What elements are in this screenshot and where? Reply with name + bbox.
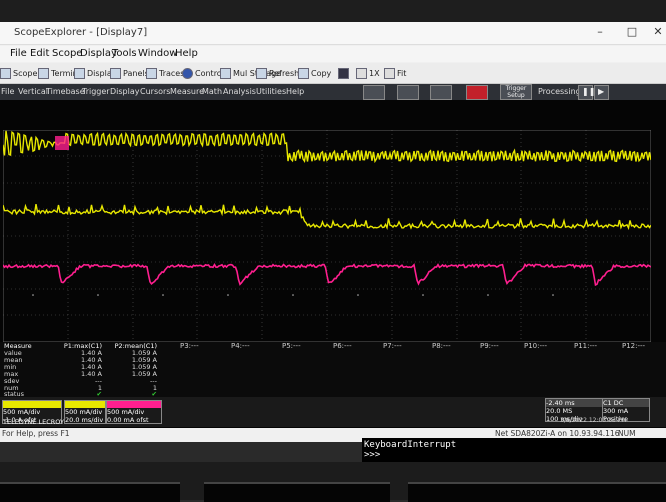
channel-c3-descriptor[interactable]: 500 mA/div 0.00 mA ofst — [106, 400, 162, 424]
trigger-setup-button[interactable]: Trigger Setup — [500, 84, 532, 100]
panels-icon — [110, 68, 121, 79]
waveform-grid — [3, 130, 651, 342]
scope-menu-file[interactable]: File — [1, 87, 14, 96]
toolbar-traces-button[interactable]: Traces — [146, 68, 184, 79]
app-menubar: File Edit Scope Display Tools Window Hel… — [0, 46, 666, 62]
refresh-icon — [256, 68, 267, 79]
terminal-prompt: >>> — [364, 450, 381, 460]
menu-window[interactable]: Window — [138, 48, 177, 59]
pause-button[interactable]: ❚❚ — [578, 85, 595, 100]
param-p5[interactable]: P5:--- — [282, 342, 301, 350]
traces-icon — [146, 68, 157, 79]
storage-icon — [220, 68, 231, 79]
param-p3[interactable]: P3:--- — [180, 342, 199, 350]
lower-monitor — [0, 462, 666, 502]
scope-menubar: File Vertical Timebase Trigger Display C… — [0, 84, 666, 100]
scope-preset-button-2[interactable] — [397, 85, 419, 100]
channel-c3-color — [107, 401, 161, 408]
trace-c3-magenta — [3, 262, 651, 287]
processing-label: Processing: — [538, 87, 584, 96]
toolbar-panels-button[interactable]: Panels — [110, 68, 149, 79]
scope-menu-analysis[interactable]: Analysis — [223, 87, 256, 96]
menu-scope[interactable]: Scope — [52, 48, 82, 59]
param-p7[interactable]: P7:--- — [383, 342, 402, 350]
scope-menu-cursors[interactable]: Cursors — [140, 87, 170, 96]
thumbnail-window-3 — [408, 482, 666, 502]
channel-c2-color — [65, 401, 105, 408]
scope-preset-button-1[interactable] — [363, 85, 385, 100]
terminal-window[interactable]: KeyboardInterrupt >>> — [362, 438, 666, 462]
toolbar-copy-button[interactable]: Copy — [298, 68, 331, 79]
channel-descriptor-bar: 500 mA/div -1.0 A ofst 500 mA/div 20.0 m… — [0, 397, 666, 427]
scope-menu-measure[interactable]: Measure — [170, 87, 204, 96]
play-icon: ▶ — [598, 87, 605, 96]
toolbar-zoom-button[interactable]: 1X — [356, 68, 380, 79]
window-title: ScopeExplorer - [Display7] — [14, 27, 148, 38]
status-net-text: Net SDA820Zi-A on 10.93.94.116 — [495, 429, 620, 438]
terminal-icon — [38, 68, 49, 79]
minimize-icon[interactable]: – — [590, 25, 610, 38]
param-p12[interactable]: P12:--- — [622, 342, 645, 350]
scope-menu-math[interactable]: Math — [202, 87, 222, 96]
scope-menu-display[interactable]: Display — [110, 87, 140, 96]
window-titlebar: ScopeExplorer - [Display7] – □ ✕ — [0, 22, 666, 45]
toolbar-fit-button[interactable]: Fit — [384, 68, 406, 79]
param-p4[interactable]: P4:--- — [231, 342, 250, 350]
toolbar-scope-button[interactable]: Scope — [0, 68, 37, 79]
maximize-icon[interactable]: □ — [622, 25, 642, 38]
scope-record-button[interactable] — [466, 85, 488, 100]
app-toolbar: Scope Terminal Display Panels Traces Con… — [0, 63, 666, 84]
scope-preset-button-3[interactable] — [430, 85, 452, 100]
param-p11[interactable]: P11:--- — [574, 342, 597, 350]
fit-icon — [384, 68, 395, 79]
toolbar-refresh-button[interactable]: Refresh — [256, 68, 299, 79]
display-icon — [74, 68, 85, 79]
thumbnail-window-1 — [0, 482, 180, 502]
thumbnail-window-2 — [204, 482, 390, 502]
menu-help[interactable]: Help — [175, 48, 198, 59]
scope-menu-utilities[interactable]: Utilities — [256, 87, 286, 96]
param-p9[interactable]: P9:--- — [480, 342, 499, 350]
scope-menu-timebase[interactable]: Timebase — [46, 87, 85, 96]
param-p6[interactable]: P6:--- — [333, 342, 352, 350]
param-p8[interactable]: P8:--- — [432, 342, 451, 350]
brand-logo: TELEDYNE LECROY — [3, 418, 64, 426]
status-help-text: For Help, press F1 — [2, 429, 70, 438]
monitor-bezel — [0, 0, 666, 22]
scope-menu-trigger[interactable]: Trigger — [82, 87, 110, 96]
scope-menu-help[interactable]: Help — [286, 87, 304, 96]
menu-tools[interactable]: Tools — [112, 48, 137, 59]
close-icon[interactable]: ✕ — [648, 25, 666, 38]
save-icon — [338, 68, 349, 79]
trace-c3-overlay-marker — [55, 136, 69, 150]
scope-icon — [0, 68, 11, 79]
trace-c2-yellow-middle — [3, 203, 651, 231]
copy-icon — [298, 68, 309, 79]
menu-edit[interactable]: Edit — [30, 48, 49, 59]
param-p10[interactable]: P10:--- — [524, 342, 547, 350]
play-button[interactable]: ▶ — [594, 85, 609, 100]
measurement-table: Measure P1:max(C1) P2:mean(C1) value 1.4… — [0, 342, 666, 398]
channel-c2-descriptor[interactable]: 500 mA/div 20.0 ms/div — [64, 400, 106, 424]
status-num-text: NUM — [618, 429, 636, 438]
menu-file[interactable]: File — [10, 48, 27, 59]
scope-menu-vertical[interactable]: Vertical — [18, 87, 48, 96]
control-icon — [182, 68, 193, 79]
channel-c1-color — [3, 401, 61, 408]
terminal-line-1: KeyboardInterrupt — [364, 440, 457, 450]
toolbar-control-button[interactable]: Control — [182, 68, 224, 79]
toolbar-save-button[interactable] — [338, 68, 349, 79]
scope-datetime: 3/8/2022 12:03:33 PM — [560, 417, 627, 424]
zoom-icon — [356, 68, 367, 79]
